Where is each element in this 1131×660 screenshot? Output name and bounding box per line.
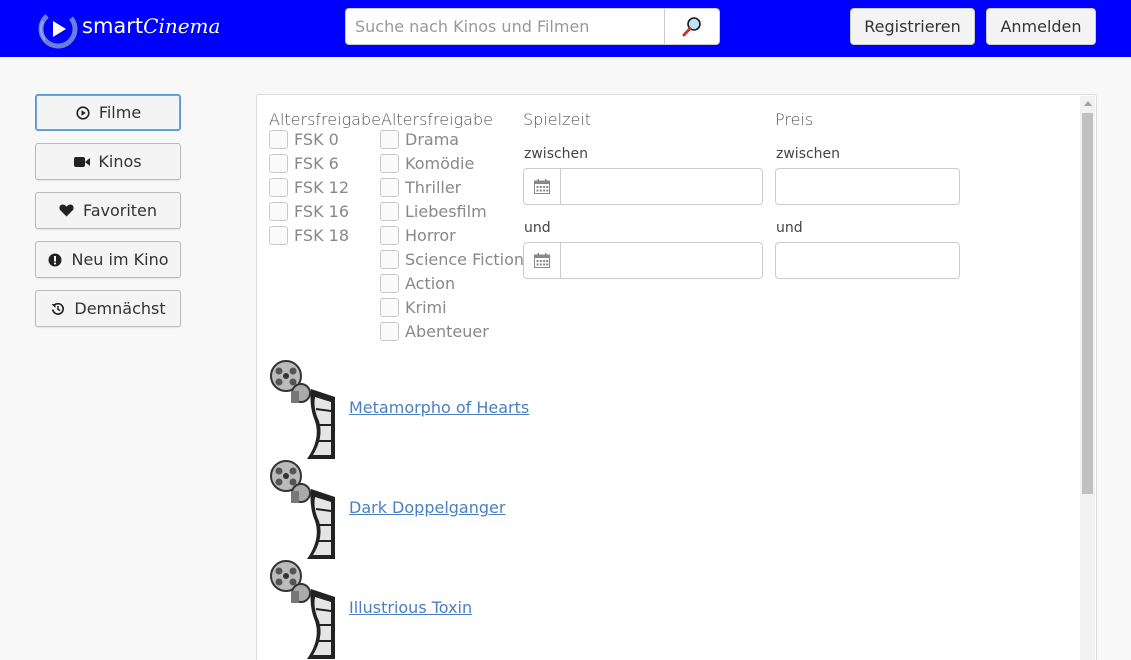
sidebar-item-neu-im-kino[interactable]: Neu im Kino	[35, 241, 181, 278]
checkbox[interactable]	[380, 202, 399, 221]
checkbox[interactable]	[269, 178, 288, 197]
checkbox[interactable]	[380, 322, 399, 341]
checkbox[interactable]	[380, 154, 399, 173]
checkbox-label: FSK 12	[294, 178, 350, 197]
checkbox-label: Drama	[405, 130, 460, 149]
showtime-to-field[interactable]	[523, 242, 763, 279]
age-option[interactable]: FSK 0	[269, 130, 339, 149]
price-to-label: und	[776, 220, 803, 236]
movie-title-link[interactable]: Dark Doppelganger	[349, 498, 505, 517]
movie-list-item: Illustrious Toxin	[269, 559, 569, 659]
genre-option[interactable]: Action	[380, 274, 455, 293]
genre-option[interactable]: Horror	[380, 226, 456, 245]
main-panel: Altersfreigabe FSK 0 FSK 6 FSK 12 FSK 16…	[256, 94, 1097, 660]
checkbox[interactable]	[269, 154, 288, 173]
movie-list-item: Dark Doppelganger	[269, 459, 569, 559]
price-filter-title: Preis	[775, 110, 814, 129]
checkbox-label: Abenteuer	[405, 322, 489, 341]
movie-list-item: Metamorpho of Hearts	[269, 359, 569, 459]
search-button[interactable]	[664, 8, 720, 45]
checkbox[interactable]	[380, 226, 399, 245]
sidebar-item-demnaechst[interactable]: Demnächst	[35, 290, 181, 327]
price-from-field[interactable]	[775, 168, 960, 205]
sidebar-item-kinos[interactable]: Kinos	[35, 143, 181, 180]
checkbox-label: Action	[405, 274, 456, 293]
magnifier-icon	[682, 16, 701, 36]
checkbox-label: FSK 0	[294, 130, 339, 149]
login-button[interactable]: Anmelden	[986, 8, 1096, 45]
age-option[interactable]: FSK 6	[269, 154, 339, 173]
smartcinema-logo[interactable]: smartCinema	[36, 5, 220, 51]
scroll-thumb[interactable]	[1082, 113, 1093, 494]
checkbox[interactable]	[269, 202, 288, 221]
genre-option[interactable]: Komödie	[380, 154, 474, 173]
search-input[interactable]	[345, 8, 665, 45]
checkbox-label: FSK 16	[294, 202, 350, 221]
genre-option[interactable]: Drama	[380, 130, 459, 149]
sidebar-item-label: Kinos	[98, 152, 142, 171]
genre-option[interactable]: Science Fiction	[380, 250, 524, 269]
genre-option[interactable]: Abenteuer	[380, 322, 489, 341]
checkbox[interactable]	[380, 274, 399, 293]
sidebar-item-favoriten[interactable]: Favoriten	[35, 192, 181, 229]
scroll-up-arrow-icon[interactable]	[1084, 101, 1092, 106]
genre-filter-title: Altersfreigabe	[381, 110, 493, 129]
genre-option[interactable]: Liebesfilm	[380, 202, 487, 221]
top-navbar: smartCinema Registrieren Anmelden	[0, 0, 1131, 57]
checkbox-label: Horror	[405, 226, 456, 245]
checkbox-label: Krimi	[405, 298, 447, 317]
showtime-filter-title: Spielzeit	[523, 110, 592, 129]
genre-option[interactable]: Thriller	[380, 178, 461, 197]
calendar-icon[interactable]	[524, 243, 561, 278]
checkbox[interactable]	[269, 130, 288, 149]
genre-option[interactable]: Krimi	[380, 298, 447, 317]
checkbox[interactable]	[380, 178, 399, 197]
checkbox-label: FSK 6	[294, 154, 339, 173]
vertical-scrollbar[interactable]	[1080, 96, 1095, 660]
play-circle-icon	[75, 105, 91, 121]
movie-title-link[interactable]: Illustrious Toxin	[349, 598, 472, 617]
film-reel-icon	[270, 560, 335, 659]
showtime-to-label: und	[524, 220, 551, 236]
checkbox[interactable]	[380, 130, 399, 149]
sidebar-item-label: Filme	[98, 103, 142, 122]
checkbox-label: Liebesfilm	[405, 202, 487, 221]
sidebar-item-label: Demnächst	[74, 299, 166, 318]
logo-icon	[38, 9, 78, 49]
calendar-icon[interactable]	[524, 169, 561, 204]
checkbox[interactable]	[380, 250, 399, 269]
movie-title-link[interactable]: Metamorpho of Hearts	[349, 398, 529, 417]
heart-icon	[59, 203, 75, 219]
checkbox-label: Thriller	[405, 178, 462, 197]
exclamation-icon	[47, 252, 63, 268]
history-icon	[50, 301, 66, 317]
film-reel-icon	[270, 360, 335, 459]
sidebar-item-filme[interactable]: Filme	[35, 94, 181, 131]
register-button[interactable]: Registrieren	[850, 8, 975, 45]
showtime-from-field[interactable]	[523, 168, 763, 205]
sidebar-item-label: Neu im Kino	[71, 250, 169, 269]
showtime-from-label: zwischen	[524, 146, 589, 162]
checkbox-label: FSK 18	[294, 226, 350, 245]
video-camera-icon	[74, 154, 91, 170]
age-option[interactable]: FSK 12	[269, 178, 349, 197]
checkbox-label: Science Fiction	[405, 250, 525, 269]
logo-text: smartCinema	[82, 14, 221, 38]
price-from-label: zwischen	[776, 146, 841, 162]
age-option[interactable]: FSK 18	[269, 226, 349, 245]
film-reel-icon	[270, 460, 335, 559]
age-filter-title: Altersfreigabe	[269, 110, 381, 129]
sidebar-item-label: Favoriten	[82, 201, 158, 220]
age-option[interactable]: FSK 16	[269, 202, 349, 221]
checkbox[interactable]	[269, 226, 288, 245]
checkbox[interactable]	[380, 298, 399, 317]
checkbox-label: Komödie	[405, 154, 475, 173]
price-to-field[interactable]	[775, 242, 960, 279]
